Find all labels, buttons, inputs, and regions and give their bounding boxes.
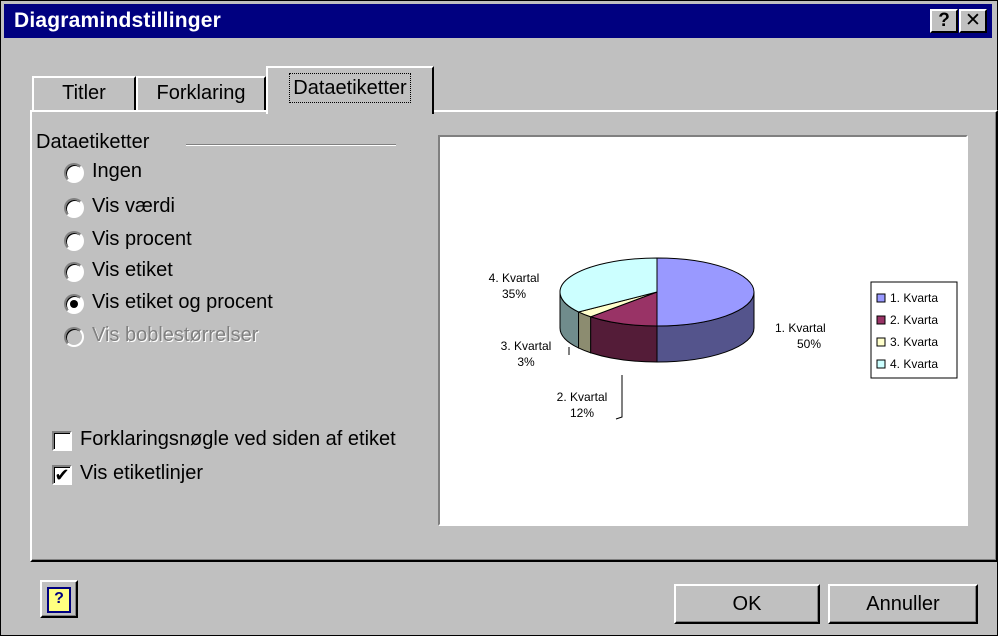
radio-label: Vis værdi <box>92 195 175 217</box>
legend-swatch-1 <box>876 293 886 303</box>
pie-side-3 <box>578 311 592 354</box>
radio-label: Ingen <box>92 160 143 182</box>
legend-swatch-2 <box>876 315 886 325</box>
radio-label: Vis etiket <box>92 259 173 281</box>
close-button[interactable]: ✕ <box>959 9 987 33</box>
leader-line-2 <box>615 375 623 420</box>
data-label-2: 2. Kvartal 12% <box>557 390 608 420</box>
ok-button[interactable]: OK <box>674 584 820 624</box>
data-label-3: 3. Kvartal 3% <box>501 339 552 369</box>
radio-button-selected[interactable] <box>64 294 84 314</box>
tab-titler-label: Titler <box>62 82 106 104</box>
title-bar[interactable]: Diagramindstillinger ? ✕ <box>4 4 992 38</box>
radio-label: Vis boblestørrelser <box>92 324 259 346</box>
help-icon: ? <box>47 587 71 613</box>
tab-dataetiketter-label: Dataetiketter <box>289 73 411 103</box>
checkbox-label: Forklaringsnøgle ved siden af etiket <box>80 428 396 450</box>
window-title: Diagramindstillinger <box>14 9 222 32</box>
pie-chart: 1. Kvartal 50% 2. Kvartal 12%3. Kvartal 3% 4.… <box>489 257 958 420</box>
tab-dataetiketter[interactable]: Dataetiketter <box>266 66 434 114</box>
legend-swatch-3 <box>876 337 886 347</box>
legend-swatch-4 <box>876 359 886 369</box>
tab-forklaring-label: Forklaring <box>156 82 246 104</box>
chart-preview: 1. Kvartal 50% 2. Kvartal 12% 3. Kvartal 3% 4.… <box>438 135 968 526</box>
legend-label-1: 1. Kvarta <box>890 291 938 305</box>
checkbox-box-checked[interactable]: ✔ <box>52 465 72 485</box>
help-button[interactable]: ? <box>40 580 78 618</box>
cancel-button[interactable]: Annuller <box>828 584 978 624</box>
radio-button[interactable] <box>64 231 84 251</box>
radio-button[interactable] <box>64 262 84 282</box>
tab-titler[interactable]: Titler <box>32 76 136 112</box>
checkbox-box[interactable] <box>52 431 72 451</box>
checkbox-label: Vis etiketlinjer <box>80 462 204 484</box>
radio-button[interactable] <box>64 163 84 183</box>
legend-label-2: 2. Kvarta <box>890 313 938 327</box>
radio-label: Vis procent <box>92 228 192 250</box>
radio-button-disabled <box>64 327 84 347</box>
data-label-4: 4. Kvartal 35% <box>489 271 540 301</box>
data-label-1: 1. Kvartal 50% <box>775 321 826 351</box>
radio-button[interactable] <box>64 198 84 218</box>
legend-label-3: 3. Kvarta <box>890 335 938 349</box>
group-divider <box>186 144 396 146</box>
radio-label: Vis etiket og procent <box>92 291 273 313</box>
help-title-button[interactable]: ? <box>930 9 958 33</box>
tab-forklaring[interactable]: Forklaring <box>136 76 266 112</box>
group-label: Dataetiketter <box>36 131 150 153</box>
legend-label-4: 4. Kvarta <box>890 357 938 371</box>
